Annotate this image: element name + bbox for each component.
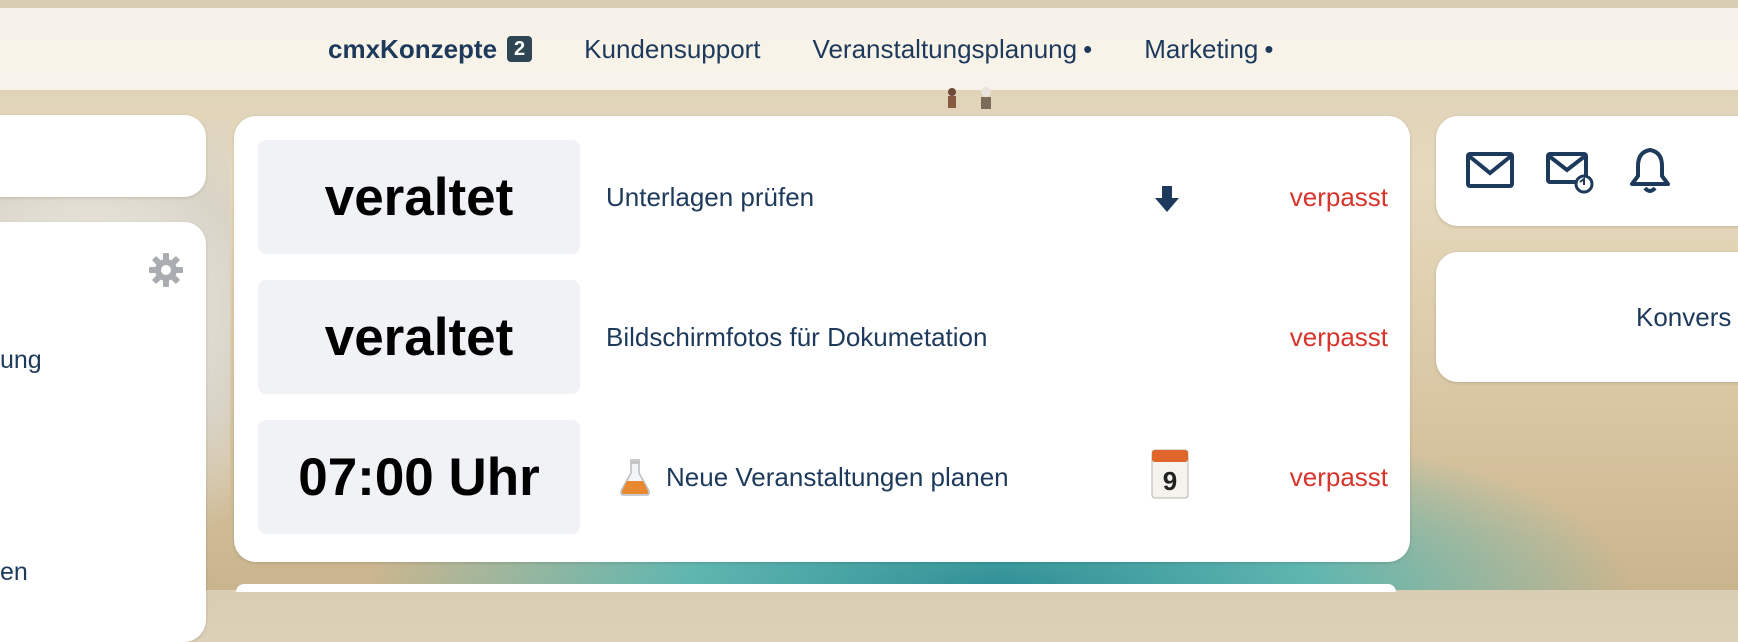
gear-icon[interactable] — [148, 252, 184, 288]
nav-item-label: cmxKonzepte — [328, 33, 498, 64]
nav-item-marketing[interactable]: Marketing • — [1144, 34, 1273, 65]
calendar-icon[interactable]: 9 — [1150, 446, 1190, 500]
nav-item-label: Kundensupport — [584, 33, 761, 64]
count-badge: 2 — [507, 36, 533, 62]
task-label: Neue Veranstaltungen planen — [666, 461, 1009, 492]
nav-item-cmxkonzepte[interactable]: cmxKonzepte 2 — [328, 33, 533, 65]
task-label[interactable]: Bildschirmfotos für Dokumetation — [606, 280, 987, 394]
download-arrow-icon[interactable] — [1152, 184, 1182, 214]
flask-icon — [620, 459, 650, 496]
task-status: verpasst — [1289, 321, 1388, 352]
conversation-label[interactable]: Konvers — [1636, 302, 1731, 333]
svg-text:9: 9 — [1163, 466, 1177, 496]
mail-sync-icon[interactable] — [1546, 146, 1594, 194]
bottom-panel-edge — [236, 584, 1396, 592]
task-row[interactable]: veraltet Bildschirmfotos für Dokumetatio… — [258, 280, 1388, 394]
task-label[interactable]: Unterlagen prüfen — [606, 140, 814, 254]
top-nav-bar: cmxKonzepte 2 Kundensupport Veranstaltun… — [0, 8, 1738, 90]
task-list-panel: veraltet Unterlagen prüfen verpasst vera… — [234, 116, 1410, 562]
notification-panel — [1436, 116, 1738, 226]
task-row[interactable]: veraltet Unterlagen prüfen verpasst — [258, 140, 1388, 254]
left-top-panel — [0, 115, 206, 197]
sidebar-item-label[interactable]: ung — [0, 346, 42, 375]
left-sidebar-panel: ung en — [0, 222, 206, 642]
nav-item-kundensupport[interactable]: Kundensupport — [584, 34, 760, 65]
task-time: veraltet — [258, 280, 580, 394]
task-label-group[interactable]: Neue Veranstaltungen planen — [618, 420, 1009, 534]
task-time: veraltet — [258, 140, 580, 254]
unread-dot: • — [1083, 33, 1093, 64]
nav-item-label: Marketing — [1144, 33, 1259, 64]
task-status: verpasst — [1289, 461, 1388, 492]
mail-icon[interactable] — [1466, 146, 1514, 194]
task-time: 07:00 Uhr — [258, 420, 580, 534]
background-people-image — [948, 87, 991, 109]
nav-item-label: Veranstaltungsplanung — [812, 33, 1078, 64]
bell-icon[interactable] — [1626, 146, 1674, 194]
unread-dot: • — [1264, 33, 1274, 64]
sidebar-item-label[interactable]: en — [0, 558, 28, 587]
nav-item-veranstaltungsplanung[interactable]: Veranstaltungsplanung • — [813, 34, 1093, 65]
task-row[interactable]: 07:00 Uhr Neue Veranstaltungen planen 9 … — [258, 420, 1388, 534]
task-status: verpasst — [1289, 181, 1388, 212]
conversation-panel: Konvers — [1436, 252, 1738, 382]
